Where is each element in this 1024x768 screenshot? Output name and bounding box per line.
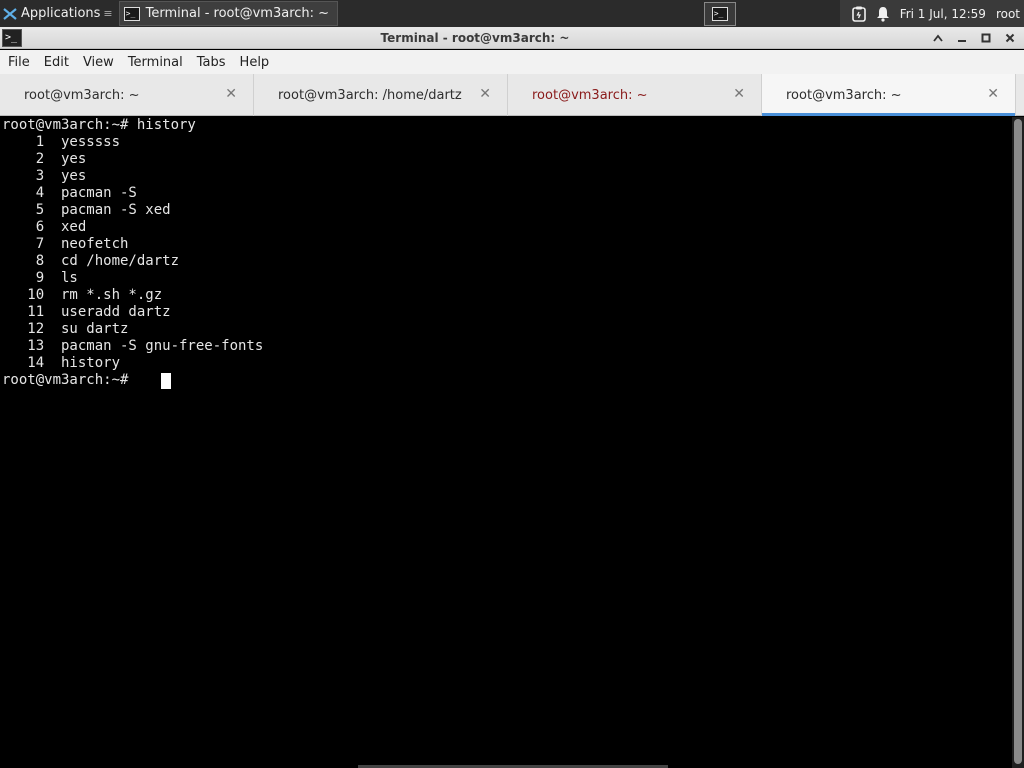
tab-label: root@vm3arch: ~ [24,87,140,103]
menu-edit[interactable]: Edit [40,55,75,70]
terminal-scrollbar[interactable] [1012,117,1024,768]
terminal-line: 8 cd /home/dartz [2,253,180,269]
maximize-up-button[interactable] [928,29,948,47]
terminal-line: 6 xed [2,219,87,235]
terminal-line: 11 useradd dartz [2,304,171,320]
user-menu[interactable]: root [996,7,1020,21]
tab-2[interactable]: root@vm3arch: /home/dartz ✕ [254,74,508,116]
scrollbar-thumb[interactable] [1014,119,1022,764]
close-tab-icon[interactable]: ✕ [733,86,745,102]
minimize-icon [958,39,966,42]
tab-3[interactable]: root@vm3arch: ~ ✕ [508,74,762,116]
menu-bar: File Edit View Terminal Tabs Help [0,50,1024,74]
terminal-line: 2 yes [2,151,87,167]
terminal-icon: >_ [711,6,728,21]
terminal-line: 3 yes [2,168,87,184]
terminal-line: root@vm3arch:~# history [2,117,196,133]
close-window-button[interactable] [1000,29,1020,47]
close-icon [1005,33,1015,42]
close-tab-icon[interactable]: ✕ [225,86,237,102]
terminal-launcher-button[interactable]: >_ [703,1,736,26]
tab-label: root@vm3arch: ~ [786,87,902,103]
terminal-line: 7 neofetch [2,236,129,252]
menu-separator-icon: ≡ [103,7,113,20]
terminal-line: 5 pacman -S xed [2,202,171,218]
tab-label: root@vm3arch: ~ [532,87,648,103]
terminal-line: 14 history [2,355,121,371]
window-title: Terminal - root@vm3arch: ~ [380,30,570,45]
applications-label: Applications [21,6,101,21]
maximize-icon [981,33,991,42]
tab-bar: root@vm3arch: ~ ✕ root@vm3arch: /home/da… [0,74,1024,116]
taskbar-terminal-button[interactable]: >_ Terminal - root@vm3arch: ~ [118,1,339,26]
minimize-button[interactable] [952,29,972,47]
terminal-icon: >_ [123,6,140,21]
terminal-output[interactable]: root@vm3arch:~# history 1 yesssss 2 yes … [0,117,1012,768]
chevron-up-icon [933,34,943,42]
xfce-logo-icon [3,7,17,20]
clock[interactable]: Fri 1 Jul, 12:59 [900,7,986,21]
taskbar-task-title: Terminal - root@vm3arch: ~ [145,6,330,21]
menu-terminal[interactable]: Terminal [124,55,189,70]
top-panel: Applications ≡ >_ Terminal - root@vm3arc… [0,0,1024,27]
terminal-line: 4 pacman -S [2,185,137,201]
notification-bell-icon[interactable] [876,6,890,22]
terminal-window-icon[interactable]: >_ [2,28,22,47]
tab-4-active[interactable]: root@vm3arch: ~ ✕ [762,74,1016,116]
panel-tray: Fri 1 Jul, 12:59 root [839,0,1024,27]
terminal-line: 1 yesssss [2,134,121,150]
terminal-line: 10 rm *.sh *.gz [2,287,163,303]
window-titlebar[interactable]: >_ Terminal - root@vm3arch: ~ [0,27,1024,49]
menu-help[interactable]: Help [236,55,276,70]
tab-1[interactable]: root@vm3arch: ~ ✕ [0,74,254,116]
menu-tabs[interactable]: Tabs [193,55,232,70]
text-cursor [161,373,171,389]
applications-menu[interactable]: Applications ≡ [0,0,117,27]
maximize-button[interactable] [976,29,996,47]
clipboard-icon[interactable] [851,6,866,22]
terminal-line: 12 su dartz [2,321,129,337]
close-tab-icon[interactable]: ✕ [479,86,491,102]
terminal-line: 9 ls [2,270,78,286]
menu-view[interactable]: View [79,55,120,70]
tab-label: root@vm3arch: /home/dartz [278,87,462,103]
close-tab-icon[interactable]: ✕ [987,86,999,102]
menu-file[interactable]: File [4,55,36,70]
terminal-line: 13 pacman -S gnu-free-fonts [2,338,264,354]
terminal-prompt-line: root@vm3arch:~# [2,372,137,388]
